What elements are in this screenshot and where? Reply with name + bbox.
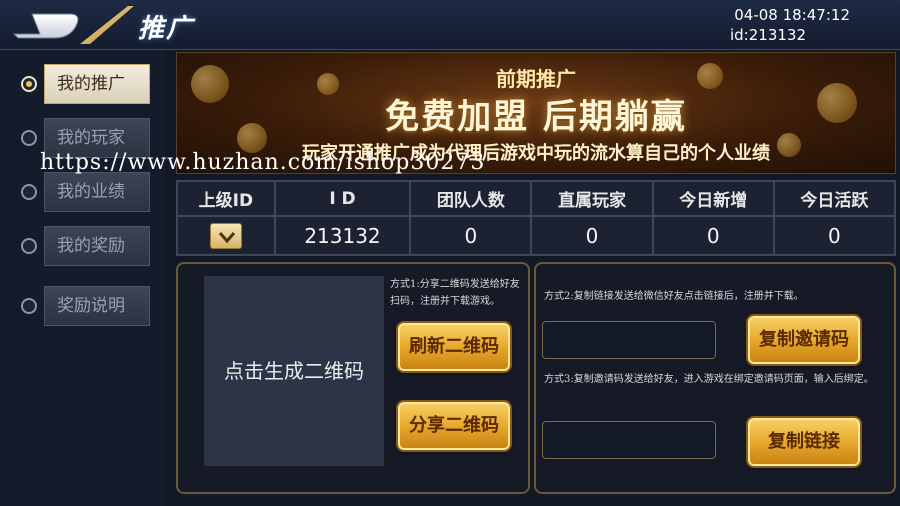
sidebar-item-label: 我的奖励	[44, 226, 150, 266]
page-title: 推广	[138, 14, 195, 44]
column-header: 直属玩家	[530, 180, 654, 217]
method2-note: 方式2:复制链接发送给微信好友点击链接后，注册并下载。	[544, 291, 804, 302]
sidebar-item-label: 奖励说明	[44, 286, 150, 326]
column-header: I D	[273, 180, 412, 217]
copy-link-button[interactable]: 复制链接	[748, 418, 860, 466]
copy-invite-code-button[interactable]: 复制邀请码	[748, 316, 860, 364]
team-size-cell: 0	[409, 215, 533, 256]
back-button[interactable]	[10, 4, 135, 46]
refresh-qr-button[interactable]: 刷新二维码	[398, 323, 510, 371]
banner-headline: 免费加盟 后期躺赢	[385, 97, 687, 137]
table-row: 213132 0 0 0 0	[176, 215, 897, 256]
chevron-down-icon	[218, 231, 235, 244]
active-today-cell: 0	[772, 215, 897, 256]
radio-dot-icon	[21, 184, 37, 200]
column-header: 今日活跃	[772, 180, 897, 217]
column-header: 上级ID	[176, 180, 276, 217]
sidebar-item-my-performance[interactable]: 我的业绩	[18, 172, 150, 212]
generate-qr-button[interactable]: 点击生成二维码	[204, 276, 384, 466]
user-id-label: id:213132	[729, 26, 806, 44]
sidebar-item-label: 我的业绩	[44, 172, 150, 212]
watermark-text: https://www.huzhan.com/ishop30273	[40, 150, 486, 175]
top-bar: 推广 04-08 18:47:12 id:213132	[0, 0, 900, 50]
invite-code-field[interactable]	[542, 321, 716, 359]
new-today-cell: 0	[651, 215, 775, 256]
share-qr-button[interactable]: 分享二维码	[398, 402, 510, 450]
stats-table: 上级ID I D 团队人数 直属玩家 今日新增 今日活跃 213132 0 0 …	[176, 180, 897, 256]
method1-note: 方式1:分享二维码发送给好友扫码，注册并下载游戏。	[390, 279, 520, 307]
radio-dot-icon	[21, 298, 37, 314]
datetime-label: 04-08 18:47:12	[734, 6, 850, 24]
sidebar-item-my-rewards[interactable]: 我的奖励	[18, 226, 150, 266]
back-arrow-icon	[12, 6, 134, 44]
invite-link-field[interactable]	[542, 421, 716, 459]
id-value-cell: 213132	[273, 215, 412, 256]
radio-dot-icon	[21, 130, 37, 146]
superior-id-cell	[176, 215, 276, 256]
column-header: 团队人数	[409, 180, 533, 217]
banner-subtitle: 前期推广	[496, 67, 576, 91]
method3-note: 方式3:复制邀请码发送给好友，进入游戏在绑定邀请码页面，输入后绑定。	[544, 374, 874, 385]
sidebar-item-my-promotion[interactable]: 我的推广	[18, 64, 150, 104]
radio-dot-icon	[21, 76, 37, 92]
column-header: 今日新增	[651, 180, 775, 217]
sidebar: 我的推广 我的玩家 我的业绩 我的奖励 奖励说明	[0, 50, 165, 506]
radio-dot-icon	[21, 238, 37, 254]
sidebar-item-label: 我的推广	[44, 64, 150, 104]
sidebar-item-reward-rules[interactable]: 奖励说明	[18, 286, 150, 326]
direct-players-cell: 0	[530, 215, 654, 256]
table-header-row: 上级ID I D 团队人数 直属玩家 今日新增 今日活跃	[176, 180, 897, 217]
superior-id-dropdown-button[interactable]	[209, 222, 242, 249]
